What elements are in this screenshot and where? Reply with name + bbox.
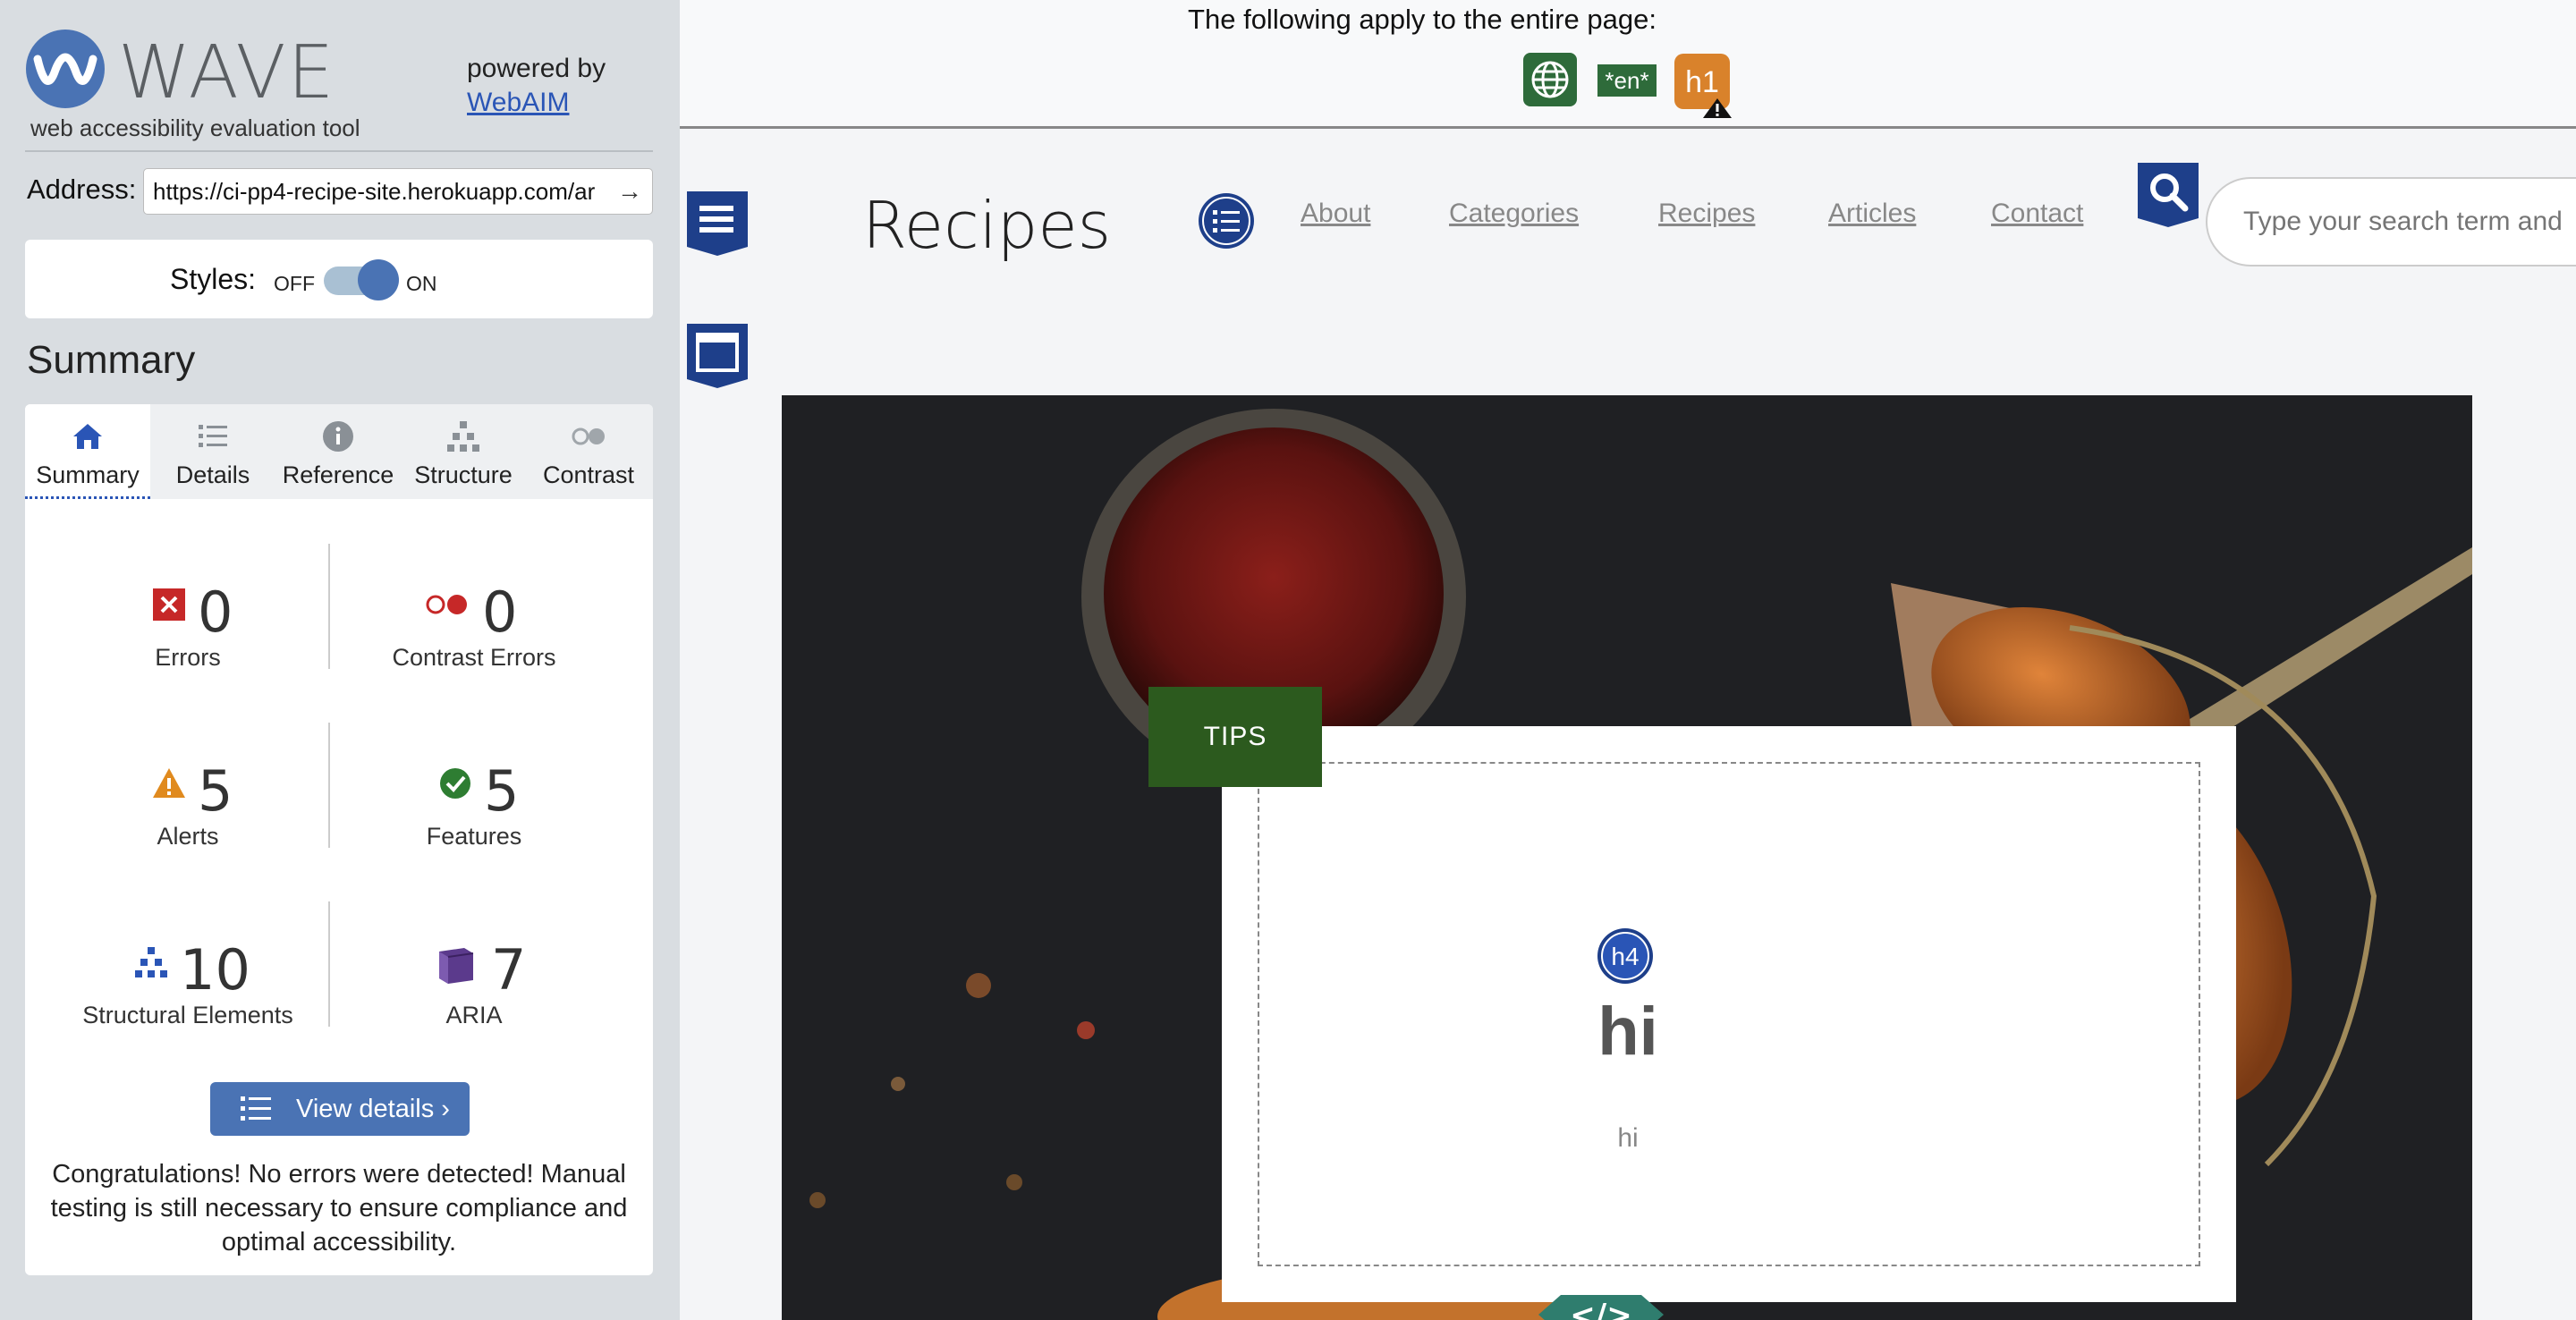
list-structure-icon[interactable] <box>1197 191 1256 250</box>
structural-count: 10 <box>180 937 250 1003</box>
address-box: → <box>143 168 653 215</box>
address-input[interactable] <box>144 169 609 214</box>
stat-divider <box>328 901 330 1027</box>
aria-count: 7 <box>491 937 527 1003</box>
hierarchy-icon <box>447 421 479 452</box>
contrast-error-icon <box>426 595 467 614</box>
congratulations-message: Congratulations! No errors were detected… <box>50 1160 628 1257</box>
page-level-banner: The following apply to the entire page: … <box>680 0 2576 129</box>
features-label: Features <box>426 823 522 850</box>
hero-image: TIPS <box>782 395 2472 1320</box>
site-navbar: Recipes About Categories Recipes Article… <box>680 161 2576 277</box>
alerts-count: 5 <box>198 758 233 824</box>
summary-heading: Summary <box>27 338 196 382</box>
home-icon <box>73 424 102 449</box>
lang-attribute-icon[interactable]: *en* <box>1596 52 1658 107</box>
stat-features[interactable]: 5 Features <box>335 758 613 893</box>
nav-link-articles[interactable]: Articles <box>1828 199 1916 229</box>
tab-reference[interactable]: Reference <box>275 404 401 499</box>
code-element-icon[interactable]: </> <box>1521 1288 1682 1320</box>
list-icon <box>241 1096 271 1121</box>
stat-alerts[interactable]: 5 Alerts <box>49 758 326 893</box>
tips-card <box>1222 726 2236 1302</box>
styles-toggle-knob[interactable] <box>358 259 399 300</box>
wave-tagline: web accessibility evaluation tool <box>30 114 360 141</box>
card-focus-outline <box>1258 762 2200 1266</box>
page-preview: The following apply to the entire page: … <box>680 0 2576 1320</box>
styles-off-label: OFF <box>274 272 315 295</box>
search-box <box>2206 177 2576 267</box>
nav-link-recipes[interactable]: Recipes <box>1658 199 1755 229</box>
stat-divider <box>328 544 330 669</box>
card-text: hi <box>1617 1123 1639 1153</box>
tips-tag[interactable]: TIPS <box>1148 687 1322 787</box>
nav-link-contact[interactable]: Contact <box>1991 199 2083 229</box>
h1-alert-icon[interactable]: h1 <box>1673 52 1737 120</box>
nav-link-about[interactable]: About <box>1301 199 1370 229</box>
aria-label: ARIA <box>445 1002 503 1028</box>
tab-details[interactable]: Details <box>150 404 275 499</box>
aria-cube-icon <box>439 948 474 984</box>
h1-badge-text: h1 <box>1685 65 1719 99</box>
h4-heading-icon[interactable]: h4 <box>1596 927 1655 986</box>
tab-structure[interactable]: Structure <box>401 404 526 499</box>
address-row: Address: → <box>25 168 653 216</box>
tab-label: Summary <box>36 461 140 488</box>
lang-badge-text: *en* <box>1605 67 1648 94</box>
tab-label: Contrast <box>542 461 635 488</box>
structure-icon <box>135 947 167 977</box>
stat-aria[interactable]: 7 ARIA <box>335 937 613 1071</box>
language-globe-icon[interactable] <box>1522 52 1578 107</box>
list-icon <box>199 425 227 447</box>
view-details-button[interactable]: View details › <box>210 1082 470 1136</box>
arrow-right-icon[interactable]: → <box>614 176 645 207</box>
wave-logo-text: WAVE <box>118 30 336 115</box>
tab-contrast[interactable]: Contrast <box>526 404 651 499</box>
powered-by-text: powered by <box>467 54 606 83</box>
styles-label: Styles: <box>170 263 257 295</box>
code-badge-text: </> <box>1570 1298 1631 1320</box>
styles-panel: Styles: OFF ON <box>25 240 653 318</box>
wave-header: WAVE web accessibility evaluation tool p… <box>25 25 651 150</box>
styles-on-label: ON <box>406 272 437 295</box>
h4-badge-text: h4 <box>1611 943 1639 970</box>
error-icon <box>153 588 185 621</box>
card-title: hi <box>1597 994 1658 1070</box>
wave-logo-icon <box>26 30 105 108</box>
feature-check-icon <box>440 768 470 799</box>
webaim-link[interactable]: WebAIM <box>467 88 569 117</box>
contrast-errors-label: Contrast Errors <box>392 644 556 671</box>
tab-label: Structure <box>414 461 513 488</box>
info-icon <box>323 421 353 452</box>
tab-strip: Summary Details Reference Structure Cont… <box>25 404 653 499</box>
features-count: 5 <box>484 758 520 824</box>
errors-count: 0 <box>198 580 233 645</box>
search-input[interactable] <box>2243 179 2576 265</box>
stat-structural[interactable]: 10 Structural Elements <box>49 937 326 1071</box>
css-list-icon[interactable] <box>685 190 750 258</box>
summary-panel: Summary Details Reference Structure Cont… <box>25 404 653 1275</box>
tab-label: Details <box>175 461 250 488</box>
errors-label: Errors <box>155 644 221 671</box>
alert-icon <box>153 768 185 798</box>
search-icon[interactable] <box>2136 161 2200 229</box>
contrast-errors-count: 0 <box>482 580 518 645</box>
stat-divider <box>328 723 330 848</box>
structural-label: Structural Elements <box>82 1002 293 1028</box>
css-window-icon[interactable] <box>685 322 750 390</box>
nav-link-categories[interactable]: Categories <box>1449 199 1579 229</box>
header-divider <box>25 150 653 152</box>
contrast-icon <box>572 427 605 445</box>
banner-text: The following apply to the entire page: <box>1188 4 1657 35</box>
stat-errors[interactable]: 0 Errors <box>49 580 326 714</box>
site-brand[interactable]: Recipes <box>862 188 1111 263</box>
tab-summary[interactable]: Summary <box>25 404 150 499</box>
alerts-label: Alerts <box>157 823 219 850</box>
view-details-label: View details › <box>296 1095 450 1123</box>
powered-by: powered by WebAIM <box>467 52 606 120</box>
address-label: Address: <box>27 173 137 205</box>
wave-sidebar: WAVE web accessibility evaluation tool p… <box>0 0 680 1320</box>
tab-label: Reference <box>282 461 394 488</box>
stat-contrast-errors[interactable]: 0 Contrast Errors <box>335 580 613 714</box>
